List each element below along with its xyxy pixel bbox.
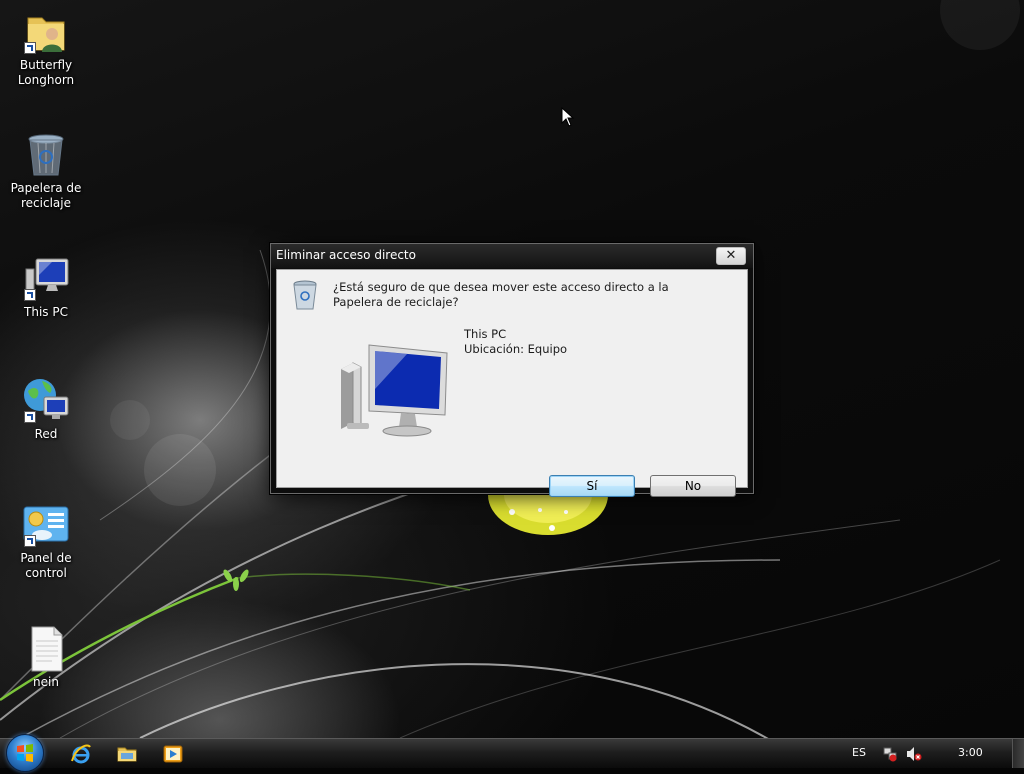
clock[interactable]: 3:00 — [958, 746, 983, 759]
item-name: This PC — [464, 327, 507, 341]
recycle-bin-icon — [22, 131, 70, 179]
text-document-icon — [22, 625, 70, 673]
no-button[interactable]: No — [650, 475, 736, 497]
desktop-icon-red[interactable]: Red — [0, 377, 92, 442]
yes-button[interactable]: Sí — [549, 475, 635, 497]
taskbar: ES 3:00 — [0, 734, 1024, 772]
desktop-icon-label: Butterfly — [19, 58, 73, 72]
desktop-icon-butterfly-longhorn[interactable]: Butterfly Longhorn — [0, 8, 92, 88]
internet-explorer-icon[interactable] — [70, 743, 92, 765]
desktop-icon-label: Panel de control — [20, 551, 72, 580]
language-indicator[interactable]: ES — [852, 746, 866, 759]
dialog-titlebar[interactable]: Eliminar acceso directo ✕ — [271, 244, 753, 268]
delete-shortcut-dialog: Eliminar acceso directo ✕ ¿Está seguro d… — [270, 243, 754, 497]
desktop-icon-label: Papelera de — [10, 181, 82, 195]
volume-muted-icon[interactable] — [906, 746, 922, 762]
dialog-body: ¿Está seguro de que desea mover este acc… — [276, 269, 748, 497]
mouse-cursor-icon — [561, 106, 575, 130]
media-player-icon[interactable] — [162, 743, 184, 765]
windows-logo-icon — [17, 744, 33, 762]
folder-icon[interactable] — [116, 743, 138, 765]
recycle-bin-icon — [291, 279, 319, 311]
user-folder-icon — [22, 8, 70, 56]
control-panel-icon — [22, 501, 70, 549]
desktop-icon-label: Longhorn — [17, 73, 75, 87]
desktop-icon-label: Red — [34, 427, 58, 441]
desktop-icon-label: reciclaje — [21, 196, 71, 210]
desktop-icon-panel-de-control[interactable]: Panel de control — [0, 501, 92, 581]
computer-icon — [22, 255, 70, 303]
item-location: Ubicación: Equipo — [464, 342, 568, 356]
desktop-icon-label: nein — [33, 675, 59, 689]
desktop-icon-label: This PC — [24, 305, 68, 319]
desktop-icon-recycle-bin[interactable]: Papelera de reciclaje — [0, 131, 92, 211]
confirm-question: ¿Está seguro de que desea mover este acc… — [333, 280, 669, 309]
show-desktop-button[interactable] — [1012, 739, 1024, 768]
network-status-icon[interactable] — [882, 746, 898, 762]
dialog-title: Eliminar acceso directo — [276, 248, 416, 262]
close-button[interactable]: ✕ — [716, 247, 746, 265]
computer-icon — [335, 343, 453, 437]
network-icon — [22, 377, 70, 425]
desktop-icon-nein[interactable]: nein — [0, 625, 92, 690]
desktop-icon-this-pc[interactable]: This PC — [0, 255, 92, 320]
start-button[interactable] — [6, 734, 44, 772]
